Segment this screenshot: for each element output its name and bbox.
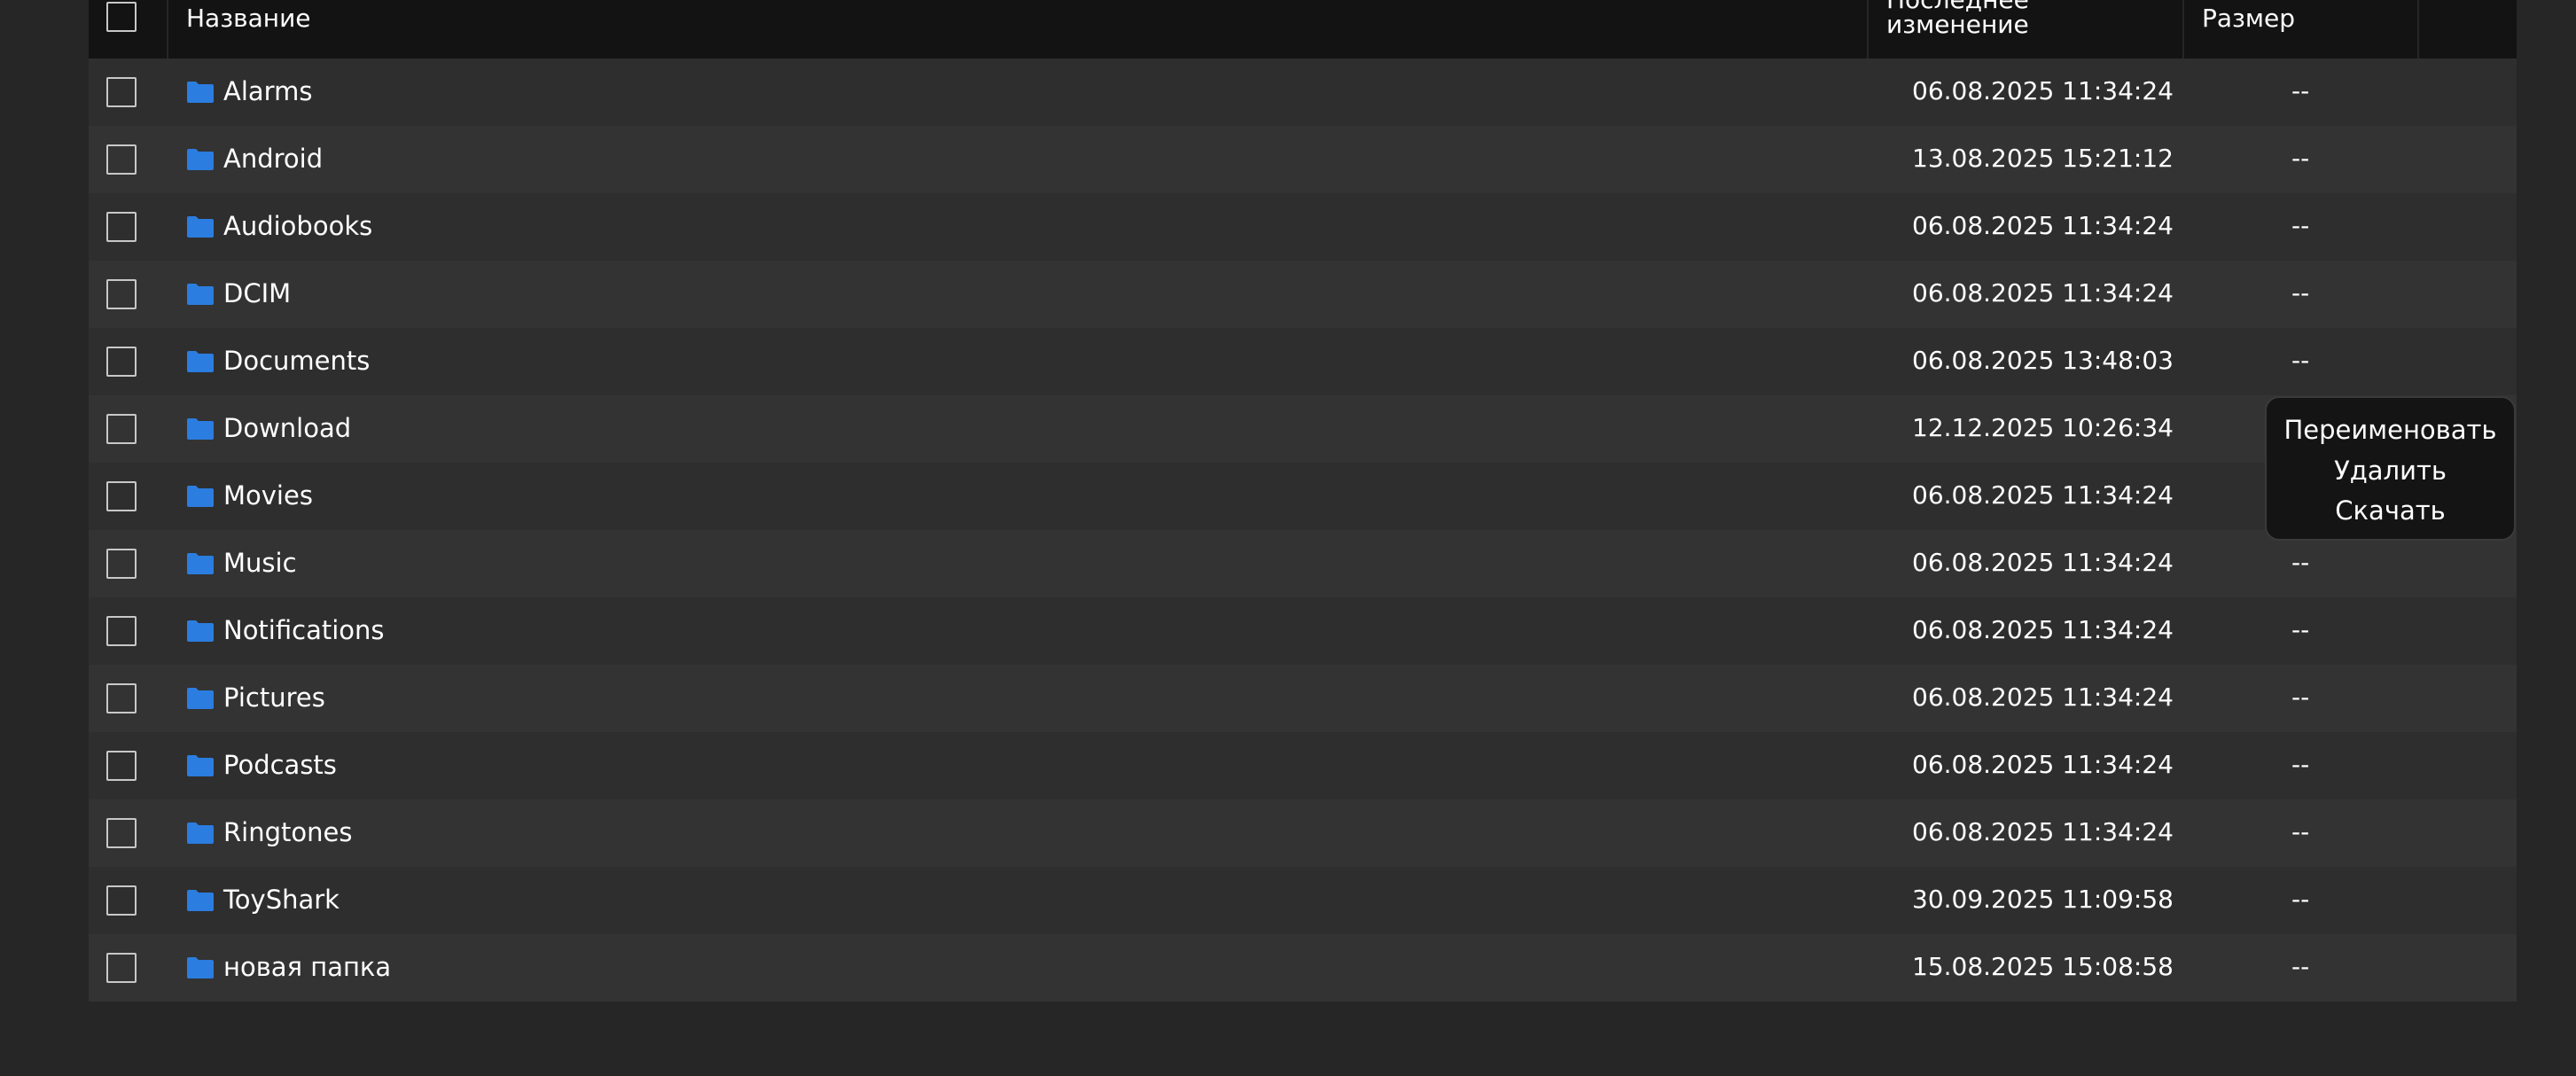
- row-name[interactable]: Download: [223, 411, 351, 445]
- folder-icon: [187, 216, 214, 238]
- row-modified: 06.08.2025 11:34:24: [1912, 480, 2174, 510]
- row-size: --: [2291, 144, 2310, 173]
- table-row[interactable]: Pictures 06.08.2025 11:34:24 --: [89, 665, 2517, 732]
- row-size: --: [2291, 548, 2310, 577]
- table-row[interactable]: Download 12.12.2025 10:26:34: [89, 395, 2517, 463]
- folder-icon: [187, 82, 214, 103]
- row-modified: 15.08.2025 15:08:58: [1912, 952, 2174, 981]
- row-modified: 30.09.2025 11:09:58: [1912, 885, 2174, 914]
- table-body: Alarms 06.08.2025 11:34:24 -- Android 13.08.…: [89, 58, 2517, 1002]
- row-size: --: [2291, 346, 2310, 375]
- row-size: --: [2291, 817, 2310, 846]
- table-row[interactable]: Ringtones 06.08.2025 11:34:24 --: [89, 799, 2517, 867]
- table-header: Название Последнее изменение Размер: [89, 0, 2517, 58]
- row-name[interactable]: Documents: [223, 344, 370, 378]
- row-size: --: [2291, 76, 2310, 105]
- row-size: --: [2291, 682, 2310, 712]
- table-row[interactable]: Audiobooks 06.08.2025 11:34:24 --: [89, 193, 2517, 261]
- header-name-label: Название: [186, 4, 311, 33]
- row-modified: 06.08.2025 11:34:24: [1912, 615, 2174, 644]
- menu-item-delete[interactable]: Удалить: [2267, 453, 2514, 488]
- context-menu: Переименовать Удалить Скачать: [2265, 396, 2516, 541]
- folder-icon: [187, 688, 214, 709]
- row-checkbox[interactable]: [106, 481, 137, 511]
- table-row[interactable]: Notifications 06.08.2025 11:34:24 --: [89, 597, 2517, 665]
- row-name[interactable]: Ringtones: [223, 815, 352, 849]
- row-modified: 13.08.2025 15:21:12: [1912, 144, 2174, 173]
- header-checkbox-cell: [89, 0, 168, 58]
- row-checkbox[interactable]: [106, 77, 137, 107]
- folder-icon: [187, 553, 214, 574]
- row-checkbox[interactable]: [106, 885, 137, 916]
- row-checkbox[interactable]: [106, 683, 137, 713]
- table-row[interactable]: Podcasts 06.08.2025 11:34:24 --: [89, 732, 2517, 799]
- row-size: --: [2291, 952, 2310, 981]
- row-checkbox[interactable]: [106, 279, 137, 309]
- row-checkbox[interactable]: [106, 616, 137, 646]
- row-size: --: [2291, 278, 2310, 308]
- row-checkbox[interactable]: [106, 347, 137, 377]
- row-checkbox[interactable]: [106, 818, 137, 848]
- row-name[interactable]: Music: [223, 546, 297, 580]
- table-row[interactable]: новая папка 15.08.2025 15:08:58 --: [89, 934, 2517, 1002]
- row-modified: 06.08.2025 11:34:24: [1912, 682, 2174, 712]
- folder-icon: [187, 755, 214, 776]
- table-row[interactable]: Documents 06.08.2025 13:48:03 --: [89, 328, 2517, 395]
- header-size-cell[interactable]: Размер: [2184, 0, 2419, 58]
- folder-icon: [187, 957, 214, 979]
- select-all-checkbox[interactable]: [106, 2, 137, 32]
- row-name[interactable]: Android: [223, 142, 323, 175]
- table-row[interactable]: DCIM 06.08.2025 11:34:24 --: [89, 261, 2517, 328]
- row-size: --: [2291, 885, 2310, 914]
- row-modified: 12.12.2025 10:26:34: [1912, 413, 2174, 442]
- header-actions-cell: [2419, 0, 2517, 58]
- file-manager-page: Название Последнее изменение Размер Alar…: [0, 0, 2576, 1076]
- folder-icon: [187, 890, 214, 911]
- row-name[interactable]: Alarms: [223, 74, 312, 108]
- folder-icon: [187, 486, 214, 507]
- table-row[interactable]: Alarms 06.08.2025 11:34:24 --: [89, 58, 2517, 126]
- folder-icon: [187, 351, 214, 372]
- table-row[interactable]: Android 13.08.2025 15:21:12 --: [89, 126, 2517, 193]
- row-modified: 06.08.2025 11:34:24: [1912, 76, 2174, 105]
- table-row[interactable]: Music 06.08.2025 11:34:24 --: [89, 530, 2517, 597]
- row-name[interactable]: новая папка: [223, 950, 391, 984]
- folder-icon: [187, 620, 214, 642]
- table-row[interactable]: Movies 06.08.2025 11:34:24: [89, 463, 2517, 530]
- folder-icon: [187, 149, 214, 170]
- row-name[interactable]: DCIM: [223, 277, 291, 310]
- header-modified-cell[interactable]: Последнее изменение: [1869, 0, 2184, 58]
- menu-item-download[interactable]: Скачать: [2267, 493, 2514, 528]
- row-checkbox[interactable]: [106, 953, 137, 983]
- row-checkbox[interactable]: [106, 212, 137, 242]
- row-size: --: [2291, 615, 2310, 644]
- folder-icon: [187, 418, 214, 440]
- row-modified: 06.08.2025 11:34:24: [1912, 548, 2174, 577]
- row-checkbox[interactable]: [106, 414, 137, 444]
- row-checkbox[interactable]: [106, 751, 137, 781]
- row-name[interactable]: ToyShark: [223, 883, 340, 916]
- row-name[interactable]: Movies: [223, 479, 313, 512]
- menu-item-rename[interactable]: Переименовать: [2267, 412, 2514, 448]
- row-modified: 06.08.2025 11:34:24: [1912, 278, 2174, 308]
- row-modified: 06.08.2025 11:34:24: [1912, 817, 2174, 846]
- row-modified: 06.08.2025 11:34:24: [1912, 211, 2174, 240]
- row-name[interactable]: Podcasts: [223, 748, 337, 782]
- row-size: --: [2291, 750, 2310, 779]
- folder-icon: [187, 284, 214, 305]
- row-modified: 06.08.2025 13:48:03: [1912, 346, 2174, 375]
- folder-icon: [187, 823, 214, 844]
- row-modified: 06.08.2025 11:34:24: [1912, 750, 2174, 779]
- header-size-label: Размер: [2202, 4, 2296, 33]
- header-name-cell[interactable]: Название: [168, 0, 1869, 58]
- row-name[interactable]: Notifications: [223, 613, 385, 647]
- header-modified-label: Последнее изменение: [1886, 0, 2029, 39]
- row-name[interactable]: Pictures: [223, 681, 325, 714]
- row-checkbox[interactable]: [106, 144, 137, 175]
- row-size: --: [2291, 211, 2310, 240]
- row-name[interactable]: Audiobooks: [223, 209, 372, 243]
- table-row[interactable]: ToyShark 30.09.2025 11:09:58 --: [89, 867, 2517, 934]
- row-checkbox[interactable]: [106, 549, 137, 579]
- file-table: Название Последнее изменение Размер Alar…: [89, 0, 2517, 1002]
